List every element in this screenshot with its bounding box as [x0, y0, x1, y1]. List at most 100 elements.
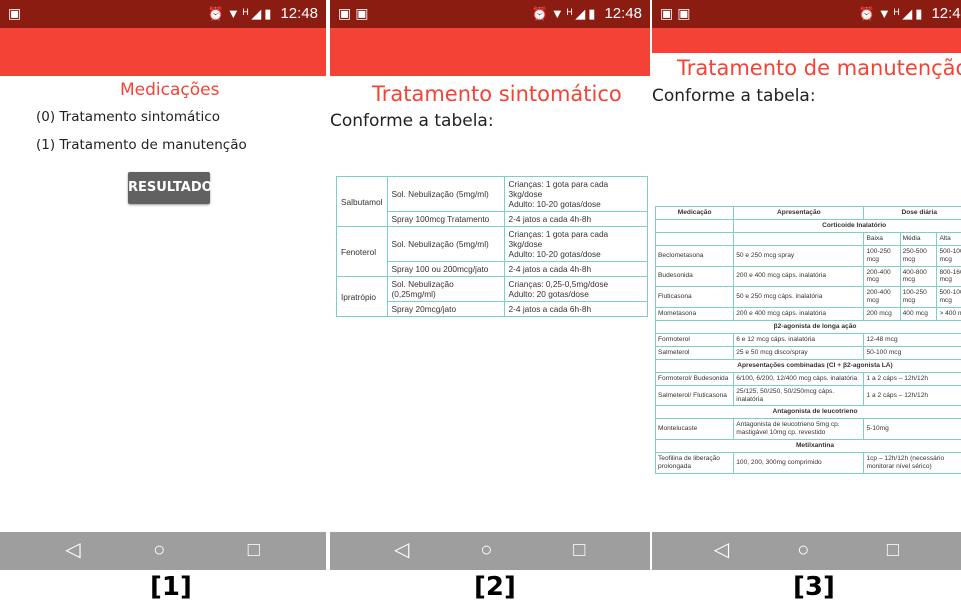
- dose-cell: 800-1600 mcg: [936, 265, 961, 288]
- status-bar: ▣▣ ⏰▼ᴴ◢▮ 12:48: [652, 0, 961, 28]
- menu-item-manutencao[interactable]: (1) Tratamento de manutenção: [36, 137, 247, 153]
- table-row: Salbutamol Sol. Nebulização (5mg/ml) Crian…: [336, 176, 649, 227]
- section-title: Metilxantina: [655, 439, 961, 454]
- back-icon[interactable]: ◁: [394, 538, 409, 562]
- subtitle: Conforme a tabela:: [330, 111, 494, 131]
- dose-cell: 100-250 mcg: [899, 286, 938, 309]
- recents-icon[interactable]: □: [887, 538, 899, 562]
- caption-1: [1]: [150, 572, 192, 602]
- menu-item-sintomatico[interactable]: (0) Tratamento sintomático: [36, 109, 220, 125]
- presentation-cell: Spray 100mcg Tratamento: [386, 211, 505, 227]
- table-row: Formoterol/ Budesonida 6/100, 6/200, 12/4…: [654, 371, 961, 386]
- drug-cell: Montelucaste: [654, 418, 735, 441]
- notification-icon: ▣▣: [338, 5, 373, 21]
- presentation-cell: Spray 100 ou 200mcg/jato: [386, 261, 505, 277]
- app-bar: [652, 28, 961, 53]
- notification-icon: ▣: [8, 5, 26, 21]
- table-row: Mometasona 200 e 400 mcg cáps. inalatória…: [654, 307, 961, 322]
- nav-bar: ◁ ○ □: [0, 532, 326, 570]
- dose-cell: 200 mcg: [863, 307, 901, 322]
- maintenance-table: Medicação Apresentação Dose diária Corticoi…: [654, 206, 961, 474]
- app-bar: [330, 28, 650, 76]
- table-row: Ipratrópio Sol. Nebulização (0,25mg/ml) Cr…: [336, 276, 649, 317]
- drug-cell: Budesonida: [654, 265, 735, 288]
- screen-2: ▣▣ ⏰▼ᴴ◢▮ 12:48 Tratamento sintomático Con…: [330, 0, 650, 570]
- notification-icon: ▣▣: [660, 5, 695, 21]
- status-bar: ▣ ⏰▼ᴴ◢▮ 12:48: [0, 0, 326, 28]
- dose-cell: 12-48 mcg: [863, 332, 961, 347]
- presentation-cell: Sol. Nebulização (5mg/ml): [386, 176, 505, 212]
- section-row: Metilxantina: [655, 439, 961, 454]
- dose-level-row: Baixa Média Alta: [654, 231, 961, 246]
- app-bar: [0, 28, 326, 76]
- dose-level-header: Baixa: [863, 231, 901, 246]
- dose-cell: 500-1000 mcg: [936, 286, 961, 309]
- dose-cell: 200-400 mcg: [863, 265, 901, 288]
- status-icons: ⏰▼ᴴ◢▮: [531, 6, 599, 21]
- section-title: Antagonista de leucotrieno: [655, 405, 961, 420]
- home-icon[interactable]: ○: [480, 538, 492, 562]
- dose-cell: 200-400 mcg: [863, 286, 901, 309]
- page-title: Tratamento de manutenção: [677, 56, 961, 80]
- caption-3: [3]: [793, 572, 835, 602]
- drug-cell: Ipratrópio: [336, 276, 388, 317]
- dose-cell: 1 a 2 cáps – 12h/12h: [863, 371, 961, 386]
- drug-cell: Fluticasona: [654, 286, 735, 309]
- presentation-cell: 50 e 250 mcg cáps. inalatória: [733, 286, 865, 309]
- blank-cell: [733, 231, 865, 246]
- drug-cell: Teofilina de liberação prolongada: [654, 452, 735, 474]
- screen-3: ▣▣ ⏰▼ᴴ◢▮ 12:48 Tratamento de manutenção C…: [652, 0, 961, 570]
- dose-cell: 500-1000 mcg: [936, 244, 961, 267]
- blank-cell: [654, 231, 735, 246]
- presentation-cell: 25/125, 50/250, 50/250mcg cáps. inalatór…: [733, 384, 865, 407]
- section-title: Apresentações combinadas (CI + β2-agonis…: [655, 358, 961, 373]
- drug-cell: Mometasona: [654, 307, 735, 322]
- nav-bar: ◁ ○ □: [652, 532, 961, 570]
- dose-cell: 2-4 jatos a cada 4h-8h: [503, 261, 649, 277]
- presentation-cell: 200 e 400 mcg cáps. inalatória: [733, 265, 865, 288]
- dose-cell: 5-10mg: [863, 418, 961, 441]
- recents-icon[interactable]: □: [573, 538, 585, 562]
- table-row: Fenoterol Sol. Nebulização (5mg/ml) Crianç…: [336, 226, 649, 277]
- dose-cell: 100-250 mcg: [863, 244, 901, 267]
- recents-icon[interactable]: □: [248, 538, 260, 562]
- back-icon[interactable]: ◁: [65, 538, 80, 562]
- section-row: Apresentações combinadas (CI + β2-agonis…: [655, 358, 961, 373]
- nav-bar: ◁ ○ □: [330, 532, 650, 570]
- presentation-cell: Spray 20mcg/jato: [386, 301, 505, 317]
- drug-cell: Beclometasona: [654, 244, 735, 267]
- header-apresentacao: Apresentação: [733, 206, 865, 220]
- presentation-cell: Sol. Nebulização (5mg/ml): [386, 226, 505, 262]
- presentation-cell: Sol. Nebulização (0,25mg/ml): [386, 276, 505, 302]
- dose-cell: 2-4 jatos a cada 6h-8h: [503, 301, 649, 317]
- resultado-button[interactable]: RESULTADO: [128, 172, 213, 204]
- section-row: Antagonista de leucotrieno: [655, 405, 961, 420]
- dose-cell: 400-800 mcg: [899, 265, 938, 288]
- section-row: β2-agonista de longa ação: [655, 320, 961, 334]
- presentation-cell: 6/100, 6/200, 12/400 mcg cáps. inalatóri…: [733, 371, 865, 386]
- drug-cell: Salmeterol/ Fluticasona: [654, 384, 735, 407]
- back-icon[interactable]: ◁: [714, 538, 729, 562]
- header-dose: Dose diária: [863, 206, 961, 220]
- blank-cell: [654, 218, 735, 233]
- section-title: β2-agonista de longa ação: [655, 320, 961, 334]
- dose-cell: 250-500 mcg: [899, 244, 938, 267]
- presentation-cell: 200 e 400 mcg cáps. inalatória: [733, 307, 865, 322]
- home-icon[interactable]: ○: [797, 538, 809, 562]
- table-row: Beclometasona 50 e 250 mcg spray 100-250 m…: [654, 244, 961, 267]
- table-row: Fluticasona 50 e 250 mcg cáps. inalatória…: [654, 286, 961, 309]
- clock: 12:48: [931, 5, 961, 22]
- dose-cell: > 400 mcg: [936, 307, 961, 322]
- dose-cell: Crianças: 1 gota para cada 3kg/dose Adult…: [503, 176, 649, 212]
- dose-cell: Crianças: 0,25-0,5mg/dose Adulto: 20 gota…: [503, 276, 649, 302]
- home-icon[interactable]: ○: [153, 538, 165, 562]
- table-row: Budesonida 200 e 400 mcg cáps. inalatória…: [654, 265, 961, 288]
- table-row: Salmeterol/ Fluticasona 25/125, 50/250, 5…: [654, 384, 961, 407]
- clock: 12:48: [280, 5, 318, 22]
- table-row: Montelucaste Antagonista de leucotrieno 5…: [654, 418, 961, 441]
- symptomatic-table: Salbutamol Sol. Nebulização (5mg/ml) Crian…: [336, 176, 649, 317]
- drug-cell: Salbutamol: [336, 176, 388, 227]
- dose-level-header: Alta: [936, 231, 961, 246]
- presentation-cell: 50 e 250 mcg spray: [733, 244, 865, 267]
- dose-cell: 400 mcg: [899, 307, 938, 322]
